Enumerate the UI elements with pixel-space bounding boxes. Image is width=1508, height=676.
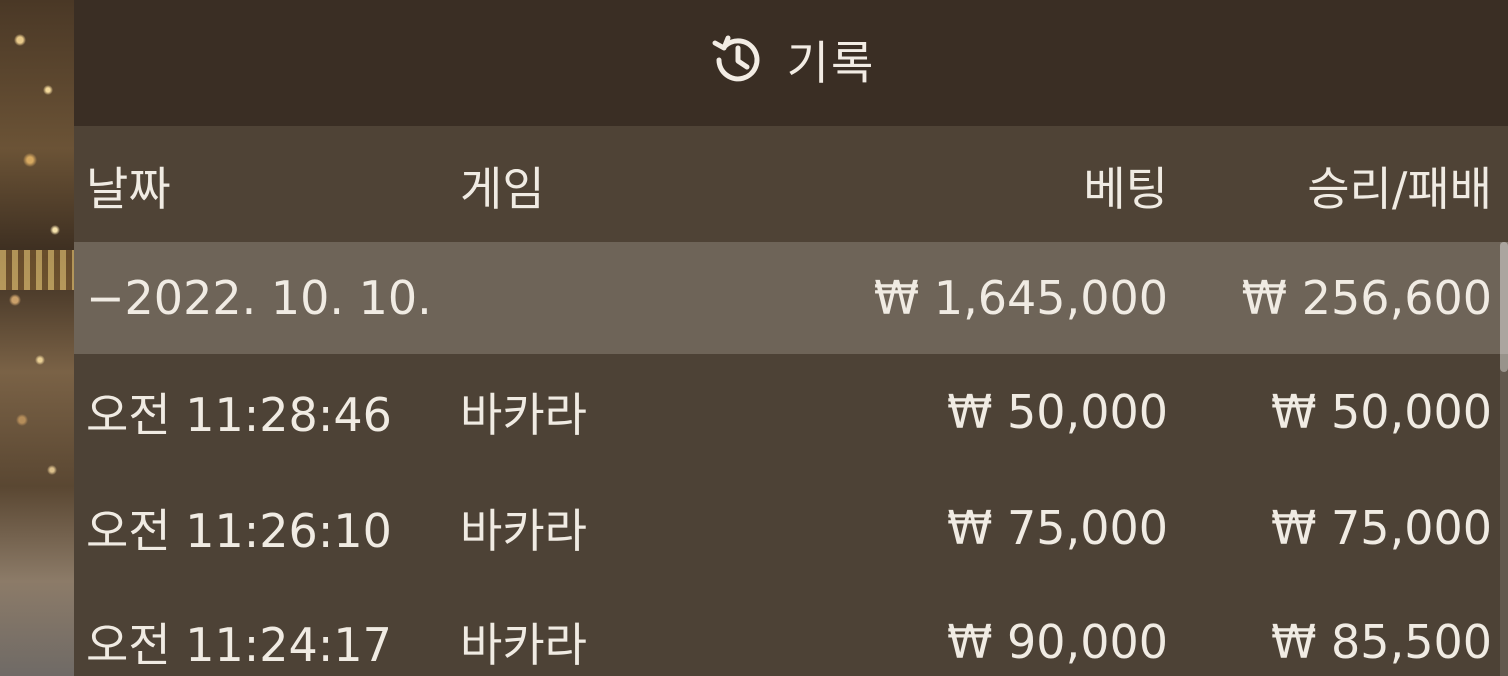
row-time: 오전 11:26:10 bbox=[86, 504, 392, 558]
row-win-loss: ₩ 75,000 bbox=[1270, 501, 1492, 555]
history-row[interactable]: 오전 11:28:46 바카라 ₩ 50,000 ₩ 50,000 bbox=[74, 354, 1508, 470]
row-game: 바카라 bbox=[460, 504, 587, 558]
column-header-game: 게임 bbox=[460, 162, 545, 216]
history-row[interactable]: 오전 11:24:17 바카라 ₩ 90,000 ₩ 85,500 bbox=[74, 586, 1508, 676]
date-group-win-total: ₩ 256,600 bbox=[1241, 271, 1492, 325]
column-header-date: 날짜 bbox=[86, 162, 171, 216]
row-bet: ₩ 75,000 bbox=[946, 501, 1168, 555]
column-header-win-loss: 승리/패배 bbox=[1307, 162, 1492, 216]
row-game: 바카라 bbox=[460, 618, 587, 672]
history-row[interactable]: 오전 11:26:10 바카라 ₩ 75,000 ₩ 75,000 bbox=[74, 470, 1508, 586]
date-group-bet-total: ₩ 1,645,000 bbox=[873, 271, 1168, 325]
page-title: 기록 bbox=[786, 36, 876, 90]
row-bet: ₩ 50,000 bbox=[946, 385, 1168, 439]
history-header: 기록 bbox=[74, 0, 1508, 126]
history-scrollbar[interactable] bbox=[1500, 242, 1508, 676]
date-group-date: −2022. 10. 10. bbox=[86, 271, 432, 325]
row-time: 오전 11:24:17 bbox=[86, 618, 392, 672]
row-bet: ₩ 90,000 bbox=[946, 615, 1168, 669]
row-win-loss: ₩ 85,500 bbox=[1270, 615, 1492, 669]
scrollbar-thumb[interactable] bbox=[1500, 242, 1508, 372]
column-header-row: 날짜 게임 베팅 승리/패배 bbox=[74, 126, 1508, 242]
row-win-loss: ₩ 50,000 bbox=[1270, 385, 1492, 439]
header-title-group: 기록 bbox=[707, 27, 876, 93]
row-time: 오전 11:28:46 bbox=[86, 388, 392, 442]
casino-background bbox=[0, 0, 74, 676]
column-header-bet: 베팅 bbox=[1083, 162, 1168, 216]
history-icon bbox=[707, 29, 769, 91]
row-game: 바카라 bbox=[460, 388, 587, 442]
history-screen: 기록 날짜 게임 베팅 승리/패배 −2022. 10. 10. ₩ 1,645… bbox=[0, 0, 1508, 676]
date-group-row[interactable]: −2022. 10. 10. ₩ 1,645,000 ₩ 256,600 bbox=[74, 242, 1508, 354]
history-panel: 기록 날짜 게임 베팅 승리/패배 −2022. 10. 10. ₩ 1,645… bbox=[74, 0, 1508, 676]
